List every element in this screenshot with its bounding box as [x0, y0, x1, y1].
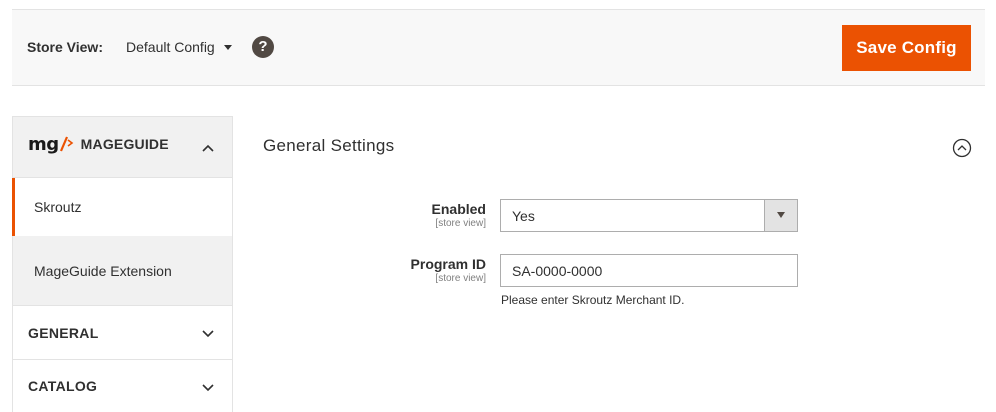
- sidebar-item-label: MageGuide Extension: [34, 262, 172, 279]
- mageguide-brand: mg MAGEGUIDE: [28, 133, 169, 155]
- store-view-label: Store View:: [27, 39, 103, 55]
- chevron-down-icon: [202, 384, 214, 392]
- caret-down-icon: [777, 212, 785, 218]
- program-id-field-label: Program ID [store view]: [286, 256, 486, 284]
- section-title: General Settings: [263, 136, 395, 155]
- sidebar-item-mageguide-extension[interactable]: MageGuide Extension: [12, 236, 233, 306]
- sidebar-tab-catalog[interactable]: CATALOG: [12, 360, 233, 412]
- enabled-label: Enabled: [431, 201, 486, 217]
- program-id-input[interactable]: [500, 254, 798, 287]
- select-arrow-button: [764, 200, 797, 231]
- sidebar-item-skroutz[interactable]: Skroutz: [12, 178, 233, 236]
- enabled-select-value: Yes: [512, 208, 535, 224]
- program-id-scope: [store view]: [435, 273, 486, 284]
- collapse-section-icon[interactable]: [952, 138, 972, 158]
- caret-down-icon: [223, 44, 232, 50]
- mageguide-logo: mg: [28, 133, 75, 155]
- enabled-field-label: Enabled [store view]: [286, 201, 486, 229]
- save-config-button[interactable]: Save Config: [842, 25, 971, 71]
- store-view-switcher[interactable]: Default Config: [126, 39, 232, 55]
- page-actions-bar: Store View: Default Config ? Save Config: [12, 9, 985, 86]
- config-sidebar: mg MAGEGUIDE Skroutz MageGuide Extension…: [12, 116, 233, 412]
- mageguide-brand-name: MAGEGUIDE: [80, 136, 169, 152]
- enabled-select[interactable]: Yes: [500, 199, 798, 232]
- mageguide-slash-logo-icon: [59, 136, 73, 152]
- enabled-scope: [store view]: [435, 218, 486, 229]
- sidebar-tab-label: CATALOG: [28, 378, 98, 394]
- chevron-down-icon: [202, 330, 214, 338]
- program-id-note: Please enter Skroutz Merchant ID.: [501, 293, 685, 307]
- store-view-value: Default Config: [126, 39, 215, 55]
- sidebar-tab-label: GENERAL: [28, 324, 99, 341]
- sidebar-tab-general[interactable]: GENERAL: [12, 306, 233, 360]
- sidebar-tab-mageguide[interactable]: mg MAGEGUIDE: [12, 116, 233, 178]
- mageguide-logo-text: mg: [28, 133, 59, 155]
- chevron-up-icon: [202, 144, 214, 152]
- program-id-label: Program ID: [410, 256, 486, 272]
- help-icon[interactable]: ?: [252, 36, 274, 58]
- sidebar-item-label: Skroutz: [34, 199, 82, 215]
